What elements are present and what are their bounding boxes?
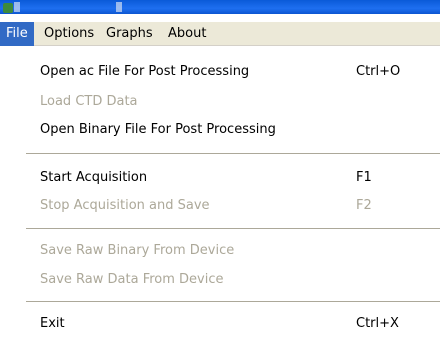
shortcut-open-ac-file: Ctrl+O	[356, 64, 401, 79]
file-menu-dropdown: Open ac File For Post Processing Ctrl+O …	[12, 56, 440, 339]
menu-item-save-raw-binary: Save Raw Binary From Device	[40, 243, 235, 258]
menu-item-exit[interactable]: Exit	[40, 314, 65, 334]
menu-graphs[interactable]: Graphs	[100, 22, 159, 46]
menu-item-load-ctd-data: Load CTD Data	[40, 94, 138, 109]
menu-item-start-acquisition[interactable]: Start Acquisition	[40, 168, 147, 188]
menu-item-open-binary-file[interactable]: Open Binary File For Post Processing	[40, 120, 276, 140]
menu-options[interactable]: Options	[38, 22, 100, 46]
menu-item-stop-acquisition: Stop Acquisition and Save	[40, 198, 210, 213]
menu-bar: File Options Graphs About	[0, 22, 440, 46]
shortcut-start-acquisition: F1	[356, 170, 372, 185]
menu-item-save-raw-data: Save Raw Data From Device	[40, 272, 224, 287]
shortcut-stop-acquisition: F2	[356, 198, 372, 213]
menu-separator	[26, 153, 440, 154]
menu-separator	[26, 301, 440, 302]
window-title-bar	[0, 0, 440, 14]
window-title	[14, 2, 144, 12]
app-icon	[3, 3, 13, 13]
shortcut-exit: Ctrl+X	[356, 316, 399, 331]
menu-file[interactable]: File	[0, 22, 34, 46]
menu-about[interactable]: About	[162, 22, 212, 46]
menu-item-open-ac-file[interactable]: Open ac File For Post Processing	[40, 62, 249, 82]
menu-separator	[26, 228, 440, 229]
